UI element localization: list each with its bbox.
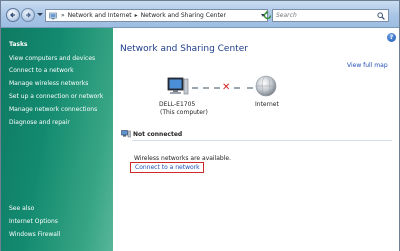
navigation-bar: » Network and Internet ▸ Network and Sha… — [1, 1, 399, 28]
computer-name: DELL-E1705 — [159, 101, 196, 108]
breadcrumb-separator[interactable]: » — [61, 12, 65, 19]
task-pane: Tasks View computers and devices Connect… — [1, 28, 113, 251]
network-folder-icon — [49, 12, 57, 19]
breadcrumb-separator[interactable]: ▸ — [135, 12, 138, 19]
back-icon — [10, 12, 15, 18]
task-manage-wireless-networks[interactable]: Manage wireless networks — [9, 80, 88, 87]
search-input[interactable] — [273, 10, 373, 21]
wireless-available-message: Wireless networks are available. — [134, 155, 232, 162]
disconnected-x-icon[interactable]: ✕ — [222, 83, 230, 93]
task-set-up-connection[interactable]: Set up a connection or network — [9, 93, 103, 100]
connect-to-network-link[interactable]: Connect to a network — [135, 164, 200, 171]
connection-line-left — [192, 87, 220, 89]
computer-icon[interactable] — [167, 75, 189, 99]
task-manage-network-connections[interactable]: Manage network connections — [9, 106, 97, 113]
see-also-internet-options[interactable]: Internet Options — [9, 218, 58, 225]
search-icon[interactable] — [377, 12, 385, 20]
tasks-heading: Tasks — [9, 41, 28, 48]
help-icon[interactable]: ? — [387, 33, 396, 42]
connection-line-right — [234, 87, 253, 89]
address-bar[interactable]: » Network and Internet ▸ Network and Sha… — [45, 9, 268, 22]
breadcrumb-network-and-sharing-center[interactable]: Network and Sharing Center — [141, 12, 226, 19]
status-divider — [132, 140, 392, 141]
window: » Network and Internet ▸ Network and Sha… — [0, 0, 400, 251]
globe-icon[interactable] — [255, 75, 277, 97]
forward-button[interactable] — [21, 8, 35, 22]
internet-label: Internet — [255, 101, 279, 108]
see-also-windows-firewall[interactable]: Windows Firewall — [9, 231, 60, 238]
status-network-icon — [121, 130, 131, 138]
back-button[interactable] — [6, 8, 20, 22]
task-view-computers-and-devices[interactable]: View computers and devices — [9, 55, 95, 62]
page-title: Network and Sharing Center — [120, 44, 248, 54]
forward-icon — [26, 12, 31, 18]
main-content: ? Network and Sharing Center View full m… — [113, 28, 399, 251]
connection-status: Not connected — [133, 131, 183, 138]
computer-subtitle: (This computer) — [160, 109, 208, 116]
see-also-heading: See also — [9, 205, 35, 212]
view-full-map-link[interactable]: View full map — [347, 62, 388, 69]
refresh-icon[interactable] — [263, 10, 272, 21]
breadcrumb-network-and-internet[interactable]: Network and Internet — [68, 12, 132, 19]
search-box[interactable] — [272, 9, 389, 22]
task-connect-to-a-network[interactable]: Connect to a network — [9, 67, 74, 74]
task-diagnose-and-repair[interactable]: Diagnose and repair — [9, 119, 70, 126]
recent-pages-dropdown[interactable] — [37, 13, 43, 16]
